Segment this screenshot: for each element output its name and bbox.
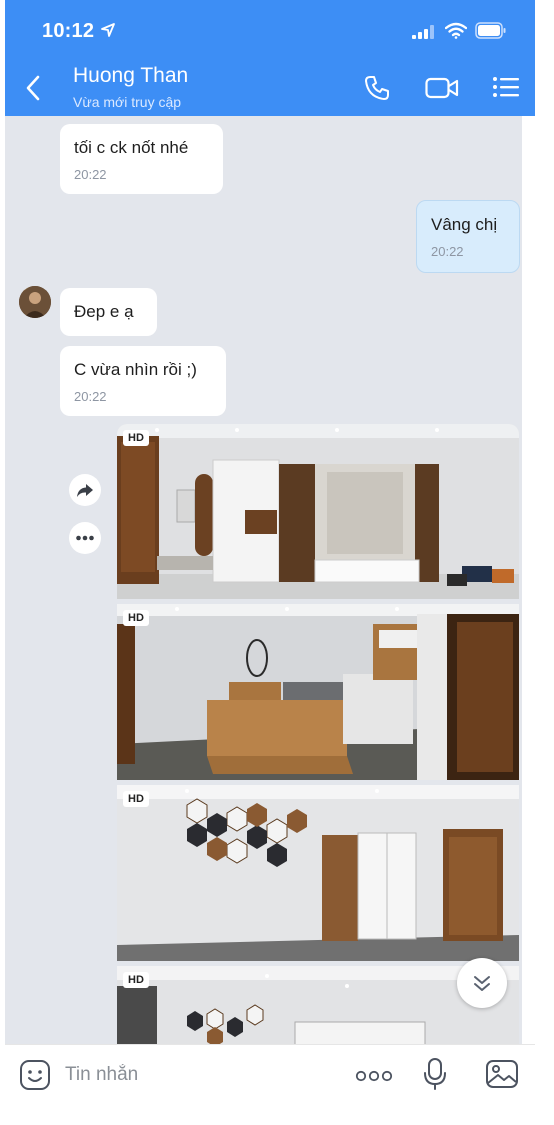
message-time: 20:22 — [431, 244, 464, 259]
status-bar: 10:12 — [5, 0, 535, 60]
bedroom-photo — [117, 604, 519, 780]
share-arrow-icon — [77, 484, 93, 497]
message-input-bar — [5, 1044, 535, 1125]
message-text: C vừa nhìn rồi ;) — [74, 360, 197, 379]
message-text: tối c ck nốt nhé — [74, 138, 189, 157]
back-arrow-icon[interactable] — [23, 73, 43, 103]
sticker-emoji-icon[interactable] — [19, 1059, 51, 1091]
message-bubble[interactable]: Đep e ạ — [60, 288, 157, 336]
message-input[interactable] — [65, 1061, 335, 1089]
signal-icon — [412, 25, 434, 39]
living-room-photo — [117, 424, 519, 599]
wifi-icon — [445, 22, 467, 39]
double-chevron-down-icon — [474, 976, 490, 991]
battery-icon — [475, 22, 506, 39]
photo-message[interactable]: HD — [117, 604, 519, 780]
menu-list-icon[interactable] — [492, 76, 520, 98]
message-text: Vâng chị — [431, 215, 498, 234]
scroll-to-bottom-button[interactable] — [457, 958, 507, 1008]
location-arrow-icon — [101, 23, 115, 37]
chat-screen: 10:12 Huong Than Vừa mới truy cập tối c … — [5, 0, 535, 1125]
phone-call-icon[interactable] — [363, 74, 391, 102]
photo-message[interactable]: HD — [117, 785, 519, 961]
share-button[interactable] — [69, 474, 101, 506]
status-time: 10:12 — [42, 20, 95, 42]
more-actions-icon[interactable] — [355, 1069, 393, 1083]
message-time: 20:22 — [74, 389, 107, 404]
photo-message[interactable]: HD — [117, 424, 519, 599]
image-gallery-icon[interactable] — [485, 1059, 519, 1089]
wardrobe-room-photo — [117, 785, 519, 961]
message-bubble[interactable]: tối c ck nốt nhé 20:22 — [60, 124, 223, 194]
hd-badge: HD — [123, 610, 149, 626]
microphone-icon[interactable] — [423, 1057, 447, 1091]
contact-name[interactable]: Huong Than — [73, 64, 188, 88]
chat-scroll-edge — [522, 116, 535, 1044]
avatar-image — [19, 286, 51, 318]
message-bubble[interactable]: C vừa nhìn rồi ;) 20:22 — [60, 346, 226, 416]
message-list[interactable]: tối c ck nốt nhé 20:22 Vâng chị 20:22 Đe… — [5, 116, 535, 1044]
message-time: 20:22 — [74, 167, 107, 182]
chat-header: 10:12 Huong Than Vừa mới truy cập — [5, 0, 535, 116]
more-dots-icon — [76, 535, 94, 541]
contact-status: Vừa mới truy cập — [73, 94, 182, 110]
more-options-button[interactable] — [69, 522, 101, 554]
hd-badge: HD — [123, 430, 149, 446]
video-call-icon[interactable] — [425, 76, 459, 100]
hd-badge: HD — [123, 972, 149, 988]
hd-badge: HD — [123, 791, 149, 807]
message-bubble-outgoing[interactable]: Vâng chị 20:22 — [416, 200, 520, 273]
message-text: Đep e ạ — [74, 302, 134, 321]
contact-avatar[interactable] — [19, 286, 51, 318]
